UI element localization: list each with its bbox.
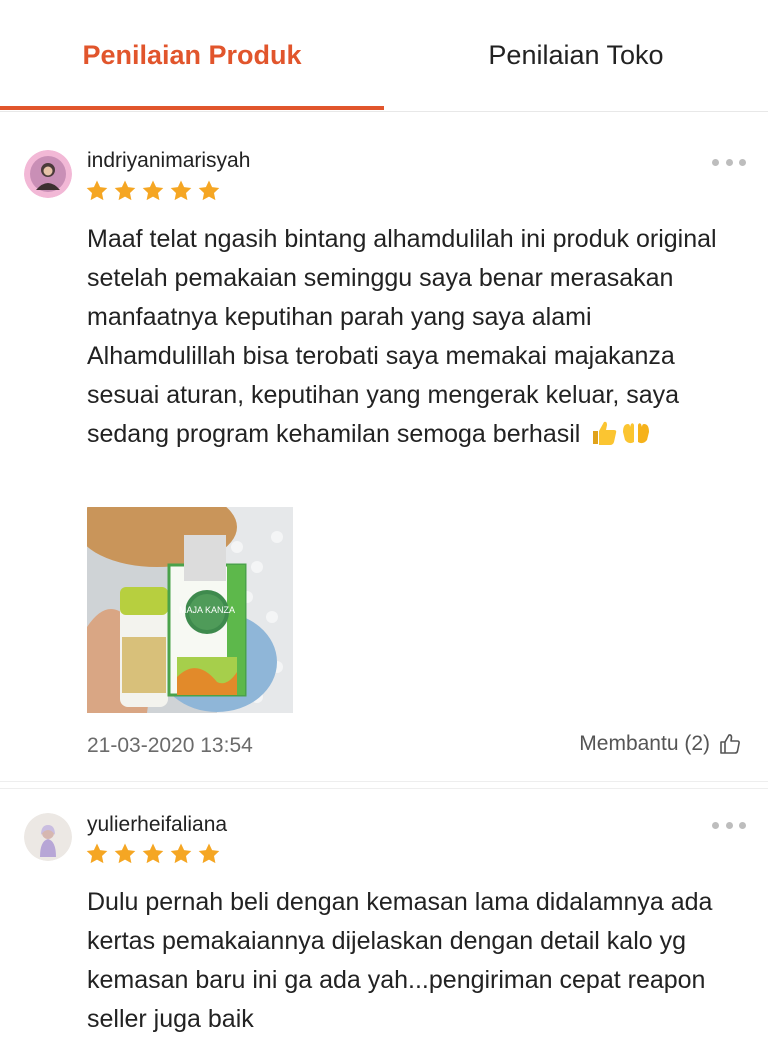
review-card: yulierheifaliana Dulu pernah beli dengan… [0, 788, 768, 1033]
star-icon [86, 843, 108, 864]
review-card: indriyanimarisyah Maaf telat ngasih bint… [0, 122, 768, 782]
dot-icon [725, 158, 733, 166]
more-options-button[interactable] [712, 817, 746, 833]
section-divider [0, 112, 768, 122]
tab-store-reviews-label: Penilaian Toko [488, 40, 664, 70]
dot-icon [712, 158, 719, 166]
avatar[interactable] [24, 813, 72, 861]
dot-icon [739, 821, 746, 829]
star-icon [86, 180, 108, 201]
star-icon [142, 180, 164, 201]
review-text: Dulu pernah beli dengan kemasan lama did… [87, 883, 737, 1039]
more-options-button[interactable] [712, 154, 746, 170]
open-hands-icon [623, 423, 650, 444]
review-tabs: Penilaian Produk Penilaian Toko [0, 0, 768, 112]
helpful-button[interactable]: Membantu (2) [579, 732, 742, 756]
dot-icon [712, 821, 719, 829]
star-icon [142, 843, 164, 864]
star-rating [85, 842, 221, 866]
tab-store-reviews[interactable]: Penilaian Toko [384, 0, 768, 111]
review-body: Maaf telat ngasih bintang alhamdulilah i… [87, 225, 717, 448]
dot-icon [739, 158, 746, 166]
thumbs-up-icon [593, 421, 617, 445]
thumbs-up-outline-icon [720, 734, 740, 754]
tab-product-reviews-label: Penilaian Produk [82, 40, 302, 70]
reviewer-username[interactable]: yulierheifaliana [87, 813, 227, 837]
review-date: 21-03-2020 13:54 [87, 734, 253, 757]
star-icon [114, 843, 136, 864]
tab-product-reviews[interactable]: Penilaian Produk [0, 0, 384, 111]
avatar[interactable] [24, 150, 72, 198]
dot-icon [725, 821, 733, 829]
star-icon [170, 180, 192, 201]
product-label: MAJA KANZA [179, 605, 235, 615]
star-icon [114, 180, 136, 201]
helpful-label: Membantu (2) [579, 732, 710, 755]
reviewer-username[interactable]: indriyanimarisyah [87, 149, 250, 173]
review-photo[interactable]: MAJA KANZA [87, 507, 293, 713]
star-icon [198, 180, 220, 201]
active-tab-indicator [0, 106, 384, 110]
star-rating [85, 179, 221, 203]
review-body: Dulu pernah beli dengan kemasan lama did… [87, 888, 713, 1033]
review-text: Maaf telat ngasih bintang alhamdulilah i… [87, 220, 737, 454]
star-icon [170, 843, 192, 864]
star-icon [198, 843, 220, 864]
